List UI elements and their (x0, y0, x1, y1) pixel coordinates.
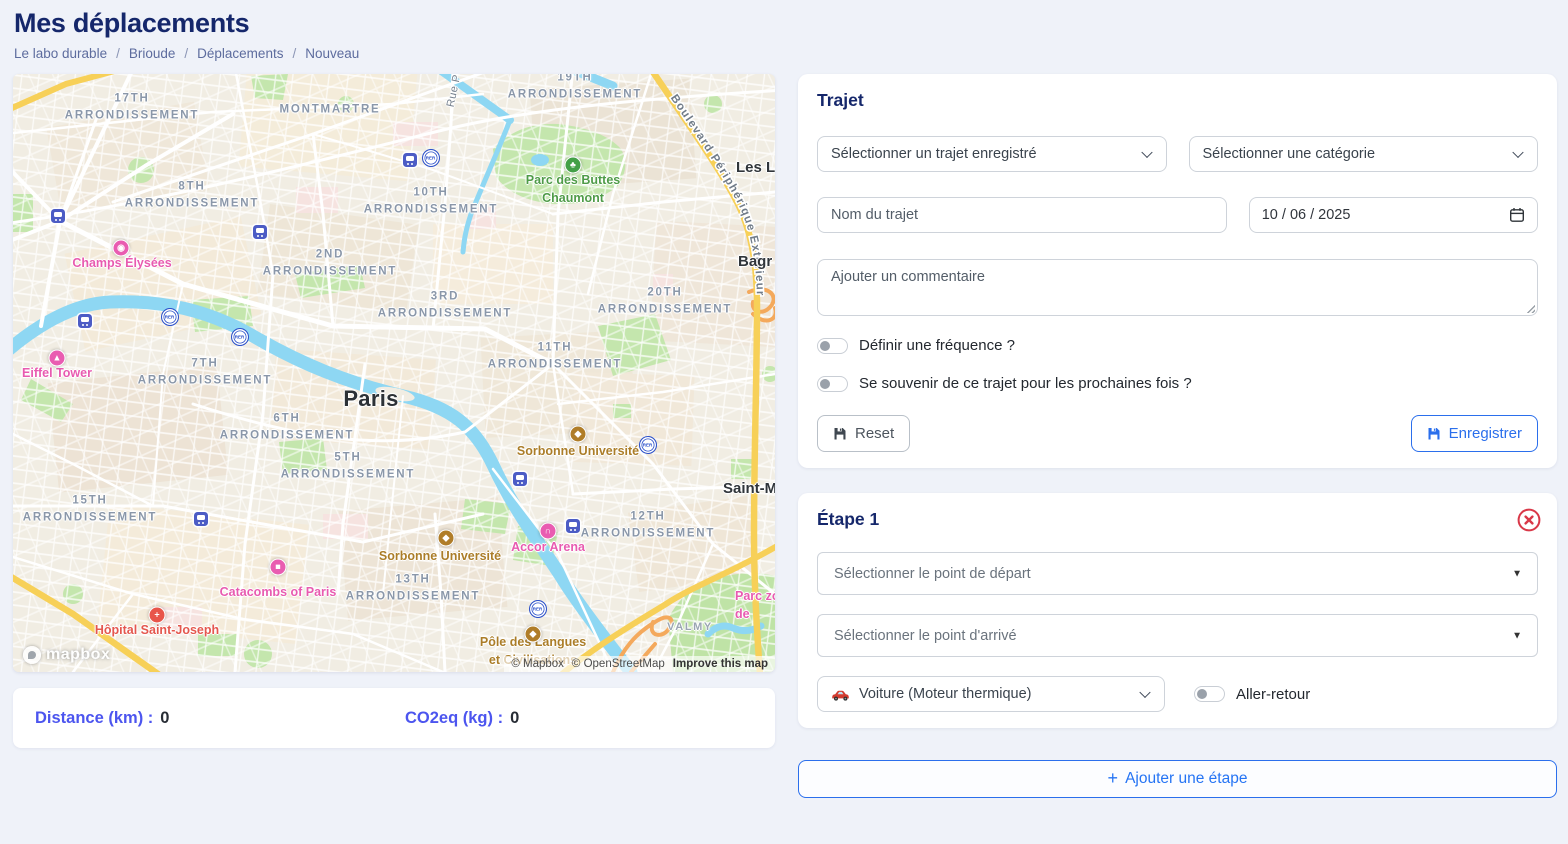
breadcrumb-item-nouveau: Nouveau (305, 46, 359, 61)
mapbox-logo[interactable]: mapbox (23, 646, 110, 664)
trip-form-title: Trajet (817, 90, 1538, 111)
remember-trip-toggle[interactable] (817, 376, 848, 392)
co2-stat: CO2eq (kg) : 0 (405, 709, 519, 728)
saved-trip-select[interactable]: Sélectionner un trajet enregistré (817, 136, 1167, 172)
map-base-layer: Boulevard Périphérique Extérieur (13, 74, 775, 672)
mapbox-logo-icon (23, 646, 41, 664)
page-header: Mes déplacements Le labo durable/ Brioud… (0, 0, 1568, 61)
breadcrumb-item-labo[interactable]: Le labo durable (14, 46, 107, 61)
frequency-toggle-label: Définir une fréquence ? (859, 337, 1015, 354)
improve-map-link[interactable]: Improve this map (673, 658, 768, 670)
mapbox-attribution-link[interactable]: © Mapbox (511, 658, 564, 670)
osm-attribution-link[interactable]: © OpenStreetMap (572, 658, 665, 670)
chevron-down-icon (1139, 687, 1150, 698)
trip-form-card: Trajet Sélectionner un trajet enregistré… (798, 74, 1557, 468)
trip-stats-bar: Distance (km) : 0 CO2eq (kg) : 0 (13, 688, 775, 748)
map-canvas[interactable]: Boulevard Périphérique Extérieur 17THARR… (13, 74, 775, 672)
floppy-save-icon (833, 427, 847, 441)
car-icon (831, 688, 850, 701)
add-step-button[interactable]: + Ajouter une étape (798, 760, 1557, 798)
caret-down-icon: ▼ (1512, 568, 1522, 579)
map-attribution: © Mapbox © OpenStreetMap Improve this ma… (504, 656, 775, 672)
breadcrumb-item-brioude[interactable]: Brioude (129, 46, 176, 61)
plus-icon: + (1108, 768, 1119, 789)
trip-date-input[interactable]: 10 / 06 / 2025 (1249, 197, 1538, 233)
breadcrumb-item-deplacements[interactable]: Déplacements (197, 46, 283, 61)
distance-label: Distance (km) : (35, 709, 153, 728)
breadcrumb: Le labo durable/ Brioude/ Déplacements/ … (14, 46, 1568, 61)
comment-textarea[interactable] (817, 259, 1538, 316)
roundtrip-toggle[interactable] (1194, 686, 1225, 702)
category-select[interactable]: Sélectionner une catégorie (1189, 136, 1539, 172)
page-title: Mes déplacements (14, 8, 1568, 39)
remember-trip-toggle-label: Se souvenir de ce trajet pour les procha… (859, 375, 1192, 392)
transport-mode-select[interactable]: Voiture (Moteur thermique) (817, 676, 1165, 712)
chevron-down-icon (1141, 147, 1152, 158)
trip-name-input[interactable] (817, 197, 1227, 233)
frequency-toggle[interactable] (817, 338, 848, 354)
roundtrip-toggle-label: Aller-retour (1236, 686, 1310, 703)
chevron-down-icon (1512, 147, 1523, 158)
remove-step-icon[interactable] (1516, 507, 1542, 533)
arrival-select[interactable]: Sélectionner le point d'arrivé ▼ (817, 614, 1538, 657)
co2-label: CO2eq (kg) : (405, 709, 503, 728)
floppy-save-icon (1427, 427, 1441, 441)
caret-down-icon: ▼ (1512, 630, 1522, 641)
distance-value: 0 (160, 709, 169, 728)
step-title: Étape 1 (817, 509, 879, 530)
step-card: Étape 1 Sélectionner le point de départ … (798, 493, 1557, 728)
departure-select[interactable]: Sélectionner le point de départ ▼ (817, 552, 1538, 595)
co2-value: 0 (510, 709, 519, 728)
reset-button[interactable]: Reset (817, 415, 910, 452)
calendar-icon[interactable] (1509, 207, 1525, 223)
save-button[interactable]: Enregistrer (1411, 415, 1538, 452)
distance-stat: Distance (km) : 0 (35, 709, 169, 728)
